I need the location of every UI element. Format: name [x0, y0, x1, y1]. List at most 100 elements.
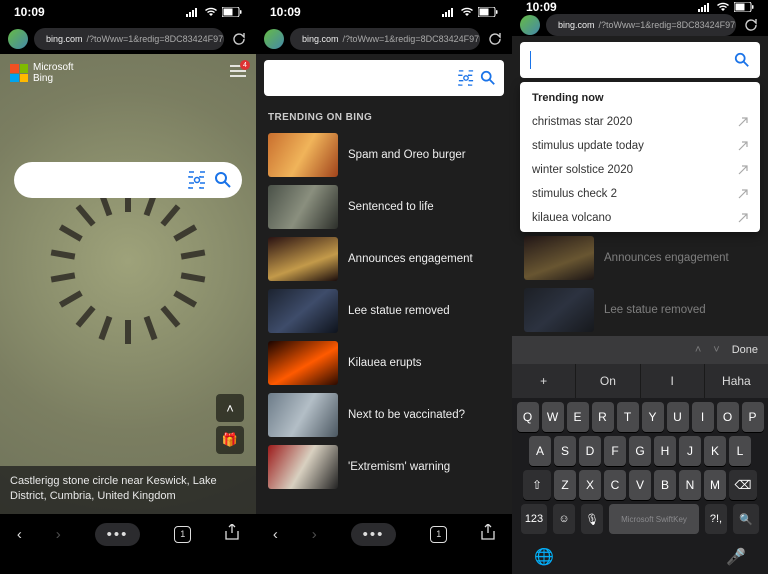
punctuation-key[interactable]: ?!,: [705, 504, 727, 534]
key-f[interactable]: F: [604, 436, 626, 466]
emoji-key[interactable]: ☺: [553, 504, 575, 534]
menu-dots-button[interactable]: •••: [95, 523, 141, 546]
microsoft-logo-icon: [10, 64, 28, 82]
address-bar[interactable]: bing.com /?toWww=1&redig=8DC83424F97B40.…: [546, 14, 736, 36]
key-v[interactable]: V: [629, 470, 651, 500]
menu-button[interactable]: 4: [230, 64, 246, 82]
profile-avatar[interactable]: [8, 29, 28, 49]
key-q[interactable]: Q: [517, 402, 539, 432]
share-button[interactable]: [481, 524, 495, 544]
search-box[interactable]: [264, 60, 504, 96]
suggestion-text: christmas star 2020: [532, 116, 632, 128]
address-bar[interactable]: bing.com /?toWww=1&redig=8DC83424F97B40.…: [34, 28, 224, 50]
key-x[interactable]: X: [579, 470, 601, 500]
ios-status-bar: 10:09: [0, 0, 256, 24]
trending-item[interactable]: Lee statue removed: [256, 285, 512, 337]
expand-button[interactable]: ˄: [216, 394, 244, 422]
key-o[interactable]: O: [717, 402, 739, 432]
lens-icon[interactable]: [458, 70, 474, 86]
trending-item[interactable]: Kilauea erupts: [256, 337, 512, 389]
thumbnail: [268, 393, 338, 437]
shift-key[interactable]: ⇧: [523, 470, 551, 500]
reload-button[interactable]: [486, 32, 504, 46]
search-icon[interactable]: [734, 52, 750, 68]
space-key[interactable]: Microsoft SwiftKey: [609, 504, 699, 534]
prediction-bar: +OnIHaha: [512, 364, 768, 398]
prev-field-button[interactable]: ˄: [695, 344, 701, 356]
trending-item[interactable]: 'Extremism' warning: [256, 441, 512, 493]
key-e[interactable]: E: [567, 402, 589, 432]
reload-button[interactable]: [742, 18, 760, 32]
prediction[interactable]: I: [641, 364, 705, 398]
address-bar[interactable]: bing.com /?toWww=1&redig=8DC83424F97B40.…: [290, 28, 480, 50]
trending-item[interactable]: Next to be vaccinated?: [256, 389, 512, 441]
key-g[interactable]: G: [629, 436, 651, 466]
mic-key[interactable]: 🎤: [726, 547, 746, 567]
key-z[interactable]: Z: [554, 470, 576, 500]
dictation-key[interactable]: 🎙: [581, 504, 603, 534]
tabs-button[interactable]: 1: [430, 526, 447, 543]
key-c[interactable]: C: [604, 470, 626, 500]
back-button[interactable]: ‹: [273, 526, 278, 543]
forward-button[interactable]: ›: [312, 526, 317, 543]
profile-avatar[interactable]: [520, 15, 540, 35]
key-d[interactable]: D: [579, 436, 601, 466]
trending-item: Announces engagement: [512, 232, 768, 284]
key-l[interactable]: L: [729, 436, 751, 466]
key-j[interactable]: J: [679, 436, 701, 466]
profile-avatar[interactable]: [264, 29, 284, 49]
reload-button[interactable]: [230, 32, 248, 46]
key-n[interactable]: N: [679, 470, 701, 500]
search-box[interactable]: [14, 162, 242, 198]
lens-icon[interactable]: [188, 171, 206, 189]
url-host: bing.com: [302, 34, 339, 44]
trending-item[interactable]: Announces engagement: [256, 233, 512, 285]
prediction[interactable]: Haha: [705, 364, 768, 398]
suggestion-item[interactable]: stimulus check 2: [520, 182, 760, 206]
trending-item[interactable]: Sentenced to life: [256, 181, 512, 233]
key-t[interactable]: T: [617, 402, 639, 432]
share-button[interactable]: [225, 524, 239, 544]
suggestion-item[interactable]: kilauea volcano: [520, 206, 760, 230]
trending-list: Spam and Oreo burgerSentenced to lifeAnn…: [256, 129, 512, 493]
prediction[interactable]: On: [576, 364, 640, 398]
key-b[interactable]: B: [654, 470, 676, 500]
ios-status-bar: 10:09: [256, 0, 512, 24]
search-input[interactable]: [520, 42, 760, 78]
trending-item[interactable]: Spam and Oreo burger: [256, 129, 512, 181]
suggestion-item[interactable]: stimulus update today: [520, 134, 760, 158]
next-field-button[interactable]: ˅: [713, 344, 719, 356]
thumbnail: [268, 445, 338, 489]
key-r[interactable]: R: [592, 402, 614, 432]
key-p[interactable]: P: [742, 402, 764, 432]
bing-brand[interactable]: MicrosoftBing: [10, 62, 74, 84]
prediction[interactable]: +: [512, 364, 576, 398]
done-button[interactable]: Done: [732, 344, 758, 356]
suggestion-item[interactable]: winter solstice 2020: [520, 158, 760, 182]
insert-arrow-icon: [738, 165, 748, 175]
backspace-key[interactable]: ⌫: [729, 470, 757, 500]
key-i[interactable]: I: [692, 402, 714, 432]
numbers-key[interactable]: 123: [521, 504, 547, 534]
key-a[interactable]: A: [529, 436, 551, 466]
key-h[interactable]: H: [654, 436, 676, 466]
search-key[interactable]: 🔍: [733, 504, 759, 534]
thumbnail: [268, 341, 338, 385]
forward-button[interactable]: ›: [56, 526, 61, 543]
globe-key[interactable]: 🌐: [534, 547, 554, 567]
key-w[interactable]: W: [542, 402, 564, 432]
key-y[interactable]: Y: [642, 402, 664, 432]
key-s[interactable]: S: [554, 436, 576, 466]
thumbnail: [268, 237, 338, 281]
tabs-button[interactable]: 1: [174, 526, 191, 543]
suggestion-item[interactable]: christmas star 2020: [520, 110, 760, 134]
search-icon[interactable]: [480, 70, 496, 86]
key-m[interactable]: M: [704, 470, 726, 500]
back-button[interactable]: ‹: [17, 526, 22, 543]
search-icon[interactable]: [214, 171, 232, 189]
section-heading: TRENDING ON BING: [256, 102, 512, 129]
rewards-button[interactable]: 🎁: [216, 426, 244, 454]
key-u[interactable]: U: [667, 402, 689, 432]
key-k[interactable]: K: [704, 436, 726, 466]
menu-dots-button[interactable]: •••: [351, 523, 397, 546]
